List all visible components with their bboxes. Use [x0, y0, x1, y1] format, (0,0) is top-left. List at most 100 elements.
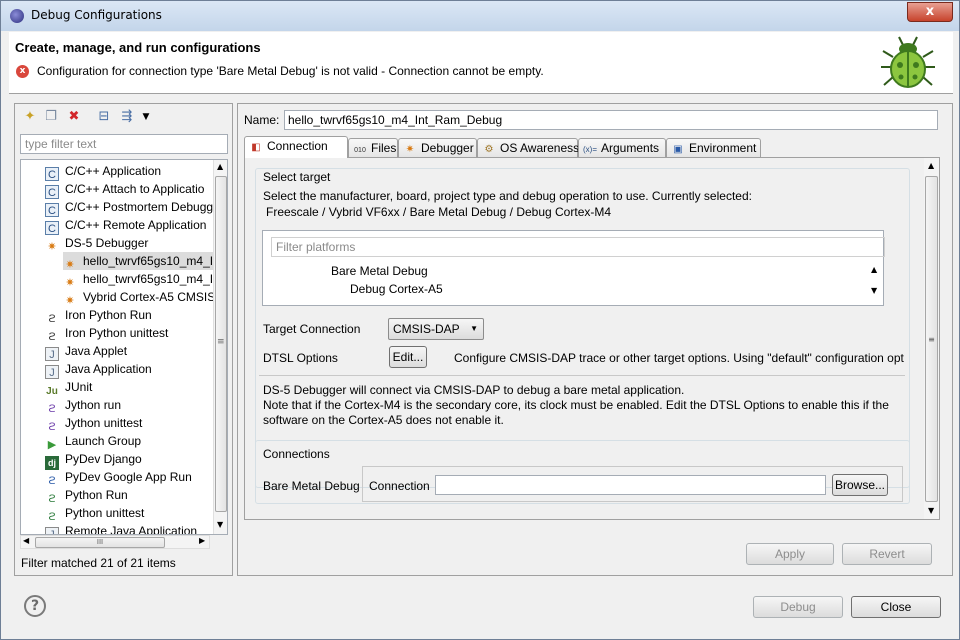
dtsl-options-description: Configure CMSIS-DAP trace or other targe…: [454, 351, 904, 365]
selected-target-path: Freescale / Vybrid VF6xx / Bare Metal De…: [266, 205, 612, 219]
revert-button[interactable]: Revert: [842, 543, 932, 565]
scroll-up-icon[interactable]: ▲: [928, 161, 934, 170]
java-icon: J: [45, 347, 59, 361]
info-line: software on the Cortex-A5 does not enabl…: [263, 413, 504, 427]
gear-icon: ✷: [47, 241, 57, 253]
c-icon: C: [45, 167, 59, 181]
name-field[interactable]: hello_twrvf65gs10_m4_Int_Ram_Debug: [284, 110, 938, 130]
tree-item[interactable]: J Remote Java Application: [45, 522, 197, 534]
filter-menu-chevron-down-icon[interactable]: ▼: [137, 108, 155, 126]
tree-item[interactable]: C C/C++ Application: [45, 162, 161, 181]
tree-vertical-scrollbar[interactable]: ▲ ≡ ▼: [213, 160, 227, 534]
tree-item[interactable]: Ju JUnit: [45, 378, 92, 397]
filter-status: Filter matched 21 of 21 items: [21, 556, 176, 570]
tree-horizontal-scrollbar[interactable]: ◀ III ▶: [20, 535, 210, 549]
tree-item[interactable]: ϩ Iron Python unittest: [45, 324, 168, 343]
debug-bug-icon: [881, 36, 935, 88]
filter-platforms-input[interactable]: Filter platforms: [271, 237, 885, 257]
filter-input[interactable]: type filter text: [20, 134, 228, 154]
connections-title: Connections: [263, 447, 330, 461]
panel-vertical-scrollbar[interactable]: ▲ ≡ ▼: [924, 158, 939, 519]
tab-connection[interactable]: ◧ Connection: [244, 136, 348, 158]
tree-item[interactable]: J Java Application: [45, 360, 152, 379]
connection-icon: ◧: [251, 142, 261, 153]
panel-scroll-thumb[interactable]: ≡: [925, 176, 938, 502]
tree-item[interactable]: ϩ Jython unittest: [45, 414, 142, 433]
tree-item[interactable]: ϩ Iron Python Run: [45, 306, 151, 325]
edit-dtsl-button[interactable]: Edit...: [389, 346, 427, 368]
scroll-up-icon[interactable]: ▲: [871, 265, 877, 274]
scroll-up-icon[interactable]: ▲: [217, 162, 223, 171]
configuration-tree: C C/C++ Application C C/C++ Attach to Appl…: [20, 159, 228, 535]
java-icon: J: [45, 365, 59, 379]
connection-tab-panel: Select target Select the manufacturer, b…: [244, 157, 940, 520]
c-icon: C: [45, 203, 59, 217]
tree-hscroll-thumb[interactable]: III: [35, 537, 165, 548]
tree-item[interactable]: ϩ Jython run: [45, 396, 121, 415]
tree-item[interactable]: C C/C++ Attach to Applicatio: [45, 180, 204, 199]
tab-arguments[interactable]: (x)= Arguments: [578, 138, 666, 158]
debug-button[interactable]: Debug: [753, 596, 843, 618]
scroll-down-icon[interactable]: ▼: [217, 520, 223, 529]
name-label: Name:: [244, 113, 280, 127]
tab-files[interactable]: 010 Files: [348, 138, 398, 158]
dtsl-options-label: DTSL Options: [263, 351, 338, 365]
tree-item[interactable]: C C/C++ Remote Application: [45, 216, 206, 235]
tree-item[interactable]: C C/C++ Postmortem Debugg: [45, 198, 213, 217]
chevron-down-icon: ▼: [470, 324, 478, 333]
target-connection-select[interactable]: CMSIS-DAP ▼: [388, 318, 484, 340]
select-target-description: Select the manufacturer, board, project …: [263, 189, 752, 203]
tab-os-awareness[interactable]: ⚙ OS Awareness: [477, 138, 579, 158]
configuration-editor: Name: hello_twrvf65gs10_m4_Int_Ram_Debug…: [237, 103, 953, 576]
close-button[interactable]: Close: [851, 596, 941, 618]
debug-configurations-window: Debug Configurations x Create, manage, a…: [0, 0, 960, 640]
apply-button[interactable]: Apply: [746, 543, 834, 565]
window-title: Debug Configurations: [31, 8, 162, 22]
eclipse-icon: [10, 9, 24, 23]
header-error-message: Configuration for connection type 'Bare …: [37, 64, 544, 78]
target-connection-label: Target Connection: [263, 322, 361, 336]
scroll-down-icon[interactable]: ▼: [871, 286, 877, 295]
c-icon: C: [45, 221, 59, 235]
platform-item[interactable]: Bare Metal Debug: [331, 264, 428, 278]
scroll-grip: ≡: [217, 337, 225, 347]
tree-scroll-thumb[interactable]: ≡: [215, 176, 227, 512]
new-configuration-icon[interactable]: ✦: [21, 108, 39, 126]
dialog-header: Create, manage, and run configurations x…: [9, 32, 953, 94]
help-icon[interactable]: ?: [24, 595, 46, 617]
duplicate-icon[interactable]: ❐: [42, 108, 60, 126]
delete-icon[interactable]: ✖: [65, 108, 83, 126]
tree-item[interactable]: ✷ Vybrid Cortex-A5 CMSIS: [63, 288, 215, 307]
filter-icon[interactable]: ⇶: [118, 108, 136, 126]
platform-tree: Filter platforms Bare Metal Debug Debug …: [262, 230, 885, 306]
c-icon: C: [45, 185, 59, 199]
tree-item[interactable]: ✷ DS-5 Debugger: [45, 234, 148, 253]
connection-input[interactable]: [435, 475, 826, 495]
header-title: Create, manage, and run configurations: [15, 40, 261, 55]
error-icon: x: [16, 65, 29, 78]
connection-label: Connection: [369, 479, 430, 493]
scroll-down-icon[interactable]: ▼: [928, 506, 934, 515]
collapse-all-icon[interactable]: ⊟: [95, 108, 113, 126]
configuration-list-pane: ✦ ❐ ✖ ⊟ ⇶ ▼ type filter text C C/C++ Appl…: [14, 103, 233, 576]
window-close-button[interactable]: x: [907, 2, 953, 22]
browse-button[interactable]: Browse...: [832, 474, 888, 496]
title-bar: Debug Configurations x: [1, 1, 959, 31]
tree-item[interactable]: dj PyDev Django: [45, 450, 142, 470]
tree-item-selected[interactable]: ✷ hello_twrvf65gs10_m4_Ir: [63, 252, 217, 271]
tree-item[interactable]: ϩ PyDev Google App Run: [45, 468, 191, 487]
tab-debugger[interactable]: ✷ Debugger: [398, 138, 477, 158]
tab-environment[interactable]: ▣ Environment: [666, 138, 761, 158]
tree-item[interactable]: J Java Applet: [45, 342, 127, 361]
scroll-left-icon[interactable]: ◀: [23, 536, 29, 545]
tree-item[interactable]: ▶ Launch Group: [45, 432, 141, 451]
scroll-right-icon[interactable]: ▶: [199, 536, 205, 545]
info-line: DS-5 Debugger will connect via CMSIS-DAP…: [263, 383, 685, 397]
divider: [259, 375, 905, 376]
tree-item[interactable]: ✷ hello_twrvf65gs10_m4_Ir: [63, 270, 217, 289]
tree-item[interactable]: ϩ Python unittest: [45, 504, 144, 523]
tree-item[interactable]: ϩ Python Run: [45, 486, 127, 505]
select-target-title: Select target: [263, 170, 331, 184]
bare-metal-debug-label: Bare Metal Debug: [263, 479, 360, 493]
platform-item[interactable]: Debug Cortex-A5: [350, 282, 443, 296]
